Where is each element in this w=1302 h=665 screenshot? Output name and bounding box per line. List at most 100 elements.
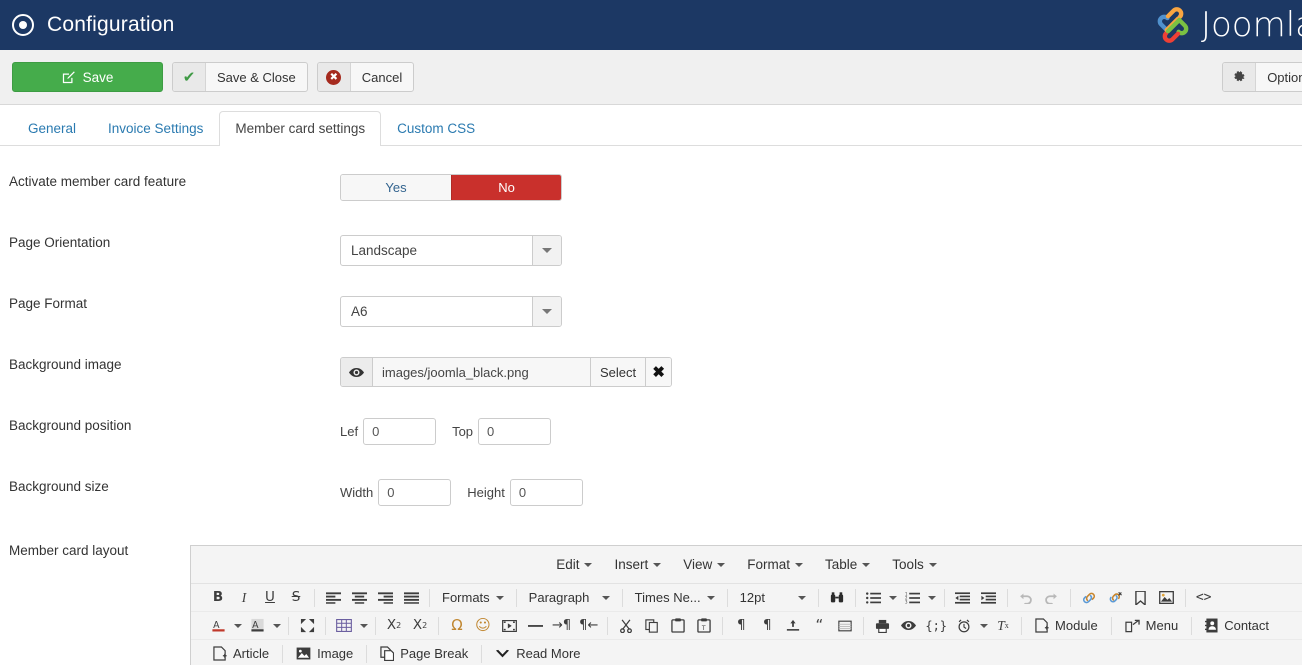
- menu-insert[interactable]: Insert: [603, 553, 672, 576]
- background-image-select-button[interactable]: Select: [590, 358, 646, 386]
- background-image-path[interactable]: images/joomla_black.png: [373, 358, 590, 386]
- options-button[interactable]: Options: [1222, 62, 1302, 92]
- page-format-label: Page Format: [9, 296, 88, 311]
- background-position-left-input[interactable]: [363, 418, 437, 445]
- table-chevron-icon[interactable]: [357, 613, 370, 639]
- background-color-icon[interactable]: A: [244, 613, 270, 639]
- menu-format[interactable]: Format: [736, 553, 814, 576]
- chevron-down-icon[interactable]: [532, 236, 561, 265]
- page-orientation-select[interactable]: Landscape: [340, 235, 562, 266]
- blockquote-icon[interactable]: “: [806, 613, 832, 639]
- nonbreaking-icon[interactable]: [832, 613, 858, 639]
- bullet-list-icon[interactable]: [861, 585, 887, 611]
- unlink-icon[interactable]: [1102, 585, 1128, 611]
- chevron-down-icon: [653, 562, 662, 567]
- link-icon[interactable]: [1076, 585, 1102, 611]
- special-character-icon[interactable]: Ω: [444, 613, 470, 639]
- insert-datetime-icon[interactable]: [951, 613, 977, 639]
- numbered-list-chevron-icon[interactable]: [926, 585, 939, 611]
- menu-edit[interactable]: Edit: [545, 553, 603, 576]
- divider: [817, 588, 819, 607]
- activate-toggle-yes[interactable]: Yes: [341, 175, 451, 200]
- chevron-down-icon[interactable]: [532, 297, 561, 326]
- activate-toggle[interactable]: Yes No: [340, 174, 562, 201]
- anchor-bookmark-icon[interactable]: [1128, 585, 1154, 611]
- underline-icon[interactable]: U: [257, 585, 283, 611]
- menu-table[interactable]: Table: [814, 553, 881, 576]
- align-center-icon[interactable]: [346, 585, 372, 611]
- save-close-button[interactable]: ✔ Save & Close: [172, 62, 308, 92]
- paste-text-icon[interactable]: T: [691, 613, 717, 639]
- divider: [726, 588, 728, 607]
- fullscreen-icon[interactable]: [294, 613, 320, 639]
- background-position-top-input[interactable]: [478, 418, 552, 445]
- target-icon: [12, 14, 34, 36]
- insert-module-button[interactable]: Module: [1027, 618, 1106, 633]
- ltr-direction-icon[interactable]: →¶: [548, 613, 575, 639]
- module-icon: [1035, 618, 1049, 633]
- remove-format-icon[interactable]: Tx: [990, 613, 1016, 639]
- copy-icon[interactable]: [639, 613, 665, 639]
- tab-invoice-settings[interactable]: Invoice Settings: [92, 111, 219, 146]
- rtl-direction-icon[interactable]: ¶←: [575, 613, 602, 639]
- outdent-icon[interactable]: [950, 585, 976, 611]
- align-right-icon[interactable]: [372, 585, 398, 611]
- block-format-dropdown[interactable]: Paragraph: [522, 590, 617, 605]
- cut-icon[interactable]: [613, 613, 639, 639]
- page-orientation-label: Page Orientation: [9, 235, 111, 250]
- insert-article-button[interactable]: Article: [205, 646, 277, 661]
- insert-read-more-button[interactable]: Read More: [487, 646, 588, 661]
- divider: [1006, 588, 1008, 607]
- insert-page-break-button[interactable]: Page Break: [372, 646, 476, 661]
- background-size-width-input[interactable]: [378, 479, 452, 506]
- tab-custom-css[interactable]: Custom CSS: [381, 111, 491, 146]
- paste-icon[interactable]: [665, 613, 691, 639]
- font-size-dropdown[interactable]: 12pt: [733, 590, 813, 605]
- close-x-icon[interactable]: ✖: [645, 358, 672, 386]
- align-left-icon[interactable]: [320, 585, 346, 611]
- align-justify-icon[interactable]: [398, 585, 424, 611]
- print-icon[interactable]: [869, 613, 895, 639]
- strikethrough-icon[interactable]: S: [283, 585, 309, 611]
- italic-icon[interactable]: I: [231, 585, 257, 611]
- preview-icon[interactable]: [895, 613, 921, 639]
- font-family-dropdown[interactable]: Times Ne...: [628, 590, 722, 605]
- menu-tools[interactable]: Tools: [881, 553, 948, 576]
- code-sample-icon[interactable]: {;}: [921, 613, 951, 639]
- eye-icon[interactable]: [341, 358, 373, 386]
- formats-dropdown[interactable]: Formats: [435, 590, 511, 605]
- background-color-chevron-icon[interactable]: [270, 613, 283, 639]
- chevron-down-icon: [584, 562, 593, 567]
- show-invisible-characters-icon[interactable]: ¶: [754, 613, 780, 639]
- indent-icon[interactable]: [976, 585, 1002, 611]
- table-icon[interactable]: [331, 613, 357, 639]
- search-replace-icon[interactable]: [824, 585, 850, 611]
- bullet-list-chevron-icon[interactable]: [887, 585, 900, 611]
- background-size-height-input[interactable]: [509, 479, 583, 506]
- emoticon-icon[interactable]: ☺: [470, 613, 496, 639]
- media-icon[interactable]: [496, 613, 522, 639]
- subscript-icon[interactable]: X2: [381, 613, 407, 639]
- page-format-select[interactable]: A6: [340, 296, 562, 327]
- insert-menu-button[interactable]: Menu: [1117, 618, 1187, 633]
- source-code-icon[interactable]: <>: [1191, 585, 1217, 611]
- horizontal-rule-icon[interactable]: [522, 613, 548, 639]
- template-icon[interactable]: [780, 613, 806, 639]
- image-icon[interactable]: [1154, 585, 1180, 611]
- insert-datetime-chevron-icon[interactable]: [977, 613, 990, 639]
- menu-view[interactable]: View: [672, 553, 736, 576]
- show-blocks-icon[interactable]: ¶: [728, 613, 754, 639]
- save-button[interactable]: Save: [12, 62, 163, 92]
- background-image-media-field[interactable]: images/joomla_black.png Select ✖: [340, 357, 673, 387]
- superscript-icon[interactable]: X2: [407, 613, 433, 639]
- cancel-button[interactable]: ✖ Cancel: [316, 62, 415, 92]
- text-color-chevron-icon[interactable]: [231, 613, 244, 639]
- text-color-icon[interactable]: A: [205, 613, 231, 639]
- insert-image-button[interactable]: Image: [288, 646, 361, 661]
- tab-member-card-settings[interactable]: Member card settings: [219, 110, 382, 146]
- numbered-list-icon[interactable]: 123: [900, 585, 926, 611]
- bold-icon[interactable]: B: [205, 585, 231, 611]
- tab-general[interactable]: General: [12, 111, 92, 146]
- insert-contact-button[interactable]: Contact: [1197, 618, 1277, 633]
- activate-toggle-no[interactable]: No: [451, 175, 561, 200]
